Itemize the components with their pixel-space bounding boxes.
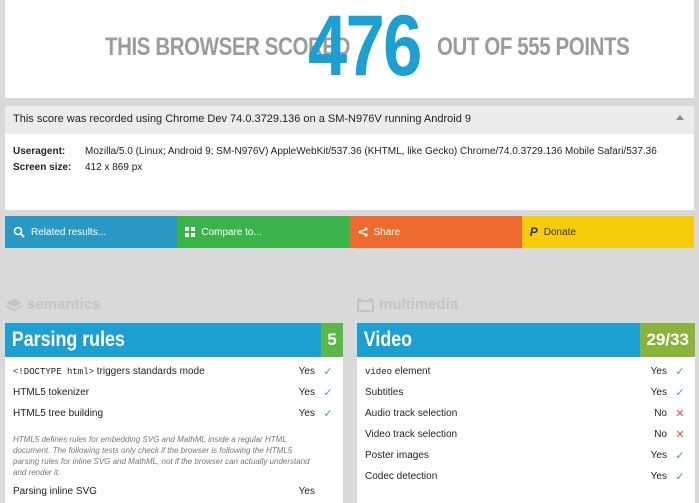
compare-label: Compare to... — [201, 226, 262, 238]
check-icon: ✓ — [323, 366, 333, 378]
table-row: Audio track selection No ✕ — [365, 403, 687, 424]
video-title: Video — [363, 328, 413, 351]
row-result: No — [654, 429, 667, 440]
row-result: Yes — [650, 387, 667, 398]
video-titlebar[interactable]: Video 29/33 — [357, 323, 695, 357]
share-label: Share — [373, 226, 401, 238]
multimedia-title: multimedia — [379, 296, 459, 313]
semantics-icon — [5, 298, 23, 311]
row-result: Yes — [298, 366, 315, 377]
doctype-code: <!DOCTYPE html> — [13, 367, 95, 377]
chevron-up-icon[interactable] — [676, 115, 684, 120]
check-icon: ✓ — [323, 408, 333, 420]
row-result: Yes — [650, 366, 667, 377]
row-name: Subtitles — [365, 387, 404, 398]
row-result: Yes — [298, 387, 315, 398]
screen-size-value: 412 x 869 px — [85, 162, 143, 173]
row-name: Poster images — [365, 450, 429, 461]
row-name: Parsing inline SVG — [13, 486, 97, 497]
semantics-title: semantics — [27, 296, 101, 313]
parsing-rules-title: Parsing rules — [11, 328, 125, 351]
video-panel: Video 29/33 video element Yes ✓ Subtitle… — [357, 323, 695, 503]
check-icon: ✓ — [675, 450, 685, 462]
row-result: Yes — [298, 408, 315, 419]
donate-label: Donate — [543, 226, 577, 238]
multimedia-icon — [357, 297, 374, 312]
row-name: triggers standards mode — [94, 366, 205, 377]
check-icon: ✓ — [675, 471, 685, 483]
share-button[interactable]: Share — [349, 216, 522, 248]
row-name: Video track selection — [365, 429, 458, 440]
score-header: THIS BROWSER SCORED 476 OUT OF 555 POINT… — [5, 0, 694, 98]
useragent-value: Mozilla/5.0 (Linux; Android 9; SM-N976V)… — [85, 146, 657, 157]
video-code: video — [365, 367, 393, 377]
table-row: Video track selection No ✕ — [365, 424, 687, 445]
video-count: 29/33 — [640, 323, 695, 357]
compare-button[interactable]: Compare to... — [177, 216, 350, 248]
table-row: <!DOCTYPE html> triggers standards mode … — [13, 361, 335, 382]
recorded-text: This score was recorded using Chrome Dev… — [13, 113, 471, 125]
cross-icon: ✕ — [675, 408, 685, 420]
table-row: video element Yes ✓ — [365, 361, 687, 382]
score-suffix: OUT OF 555 POINTS — [437, 33, 630, 61]
row-name: Codec detection — [365, 471, 438, 482]
parsing-rules-panel: Parsing rules 5 <!DOCTYPE html> triggers… — [5, 323, 343, 503]
score-value: 476 — [308, 0, 422, 94]
row-name: HTML5 tokenizer — [13, 387, 90, 398]
check-icon: ✓ — [675, 387, 685, 399]
parsing-note: HTML5 defines rules for embedding SVG an… — [13, 435, 310, 477]
table-row: Parsing inline SVG Yes — [13, 486, 335, 497]
row-name: Audio track selection — [365, 408, 458, 419]
parsing-rules-titlebar[interactable]: Parsing rules 5 — [5, 323, 343, 357]
row-name: element — [392, 366, 431, 377]
recorded-bar[interactable]: This score was recorded using Chrome Dev… — [5, 106, 694, 134]
row-result: No — [654, 408, 667, 419]
row-name: HTML5 tree building — [13, 408, 104, 419]
table-row: Subtitles Yes ✓ — [365, 382, 687, 403]
donate-button[interactable]: P Donate — [521, 216, 694, 248]
paypal-icon: P — [529, 225, 538, 239]
row-result: Yes — [650, 450, 667, 461]
semantics-heading: semantics — [5, 296, 100, 313]
share-icon — [357, 227, 368, 237]
details-panel: Useragent: Mozilla/5.0 (Linux; Android 9… — [5, 134, 694, 210]
row-result: Yes — [650, 471, 667, 482]
table-row: Poster images Yes ✓ — [365, 445, 687, 466]
table-row: HTML5 tree building Yes ✓ — [13, 403, 335, 424]
grid-icon — [185, 227, 196, 237]
parsing-rules-count: 5 — [321, 323, 343, 357]
screen-size-label: Screen size: — [13, 162, 72, 173]
useragent-label: Useragent: — [13, 146, 66, 157]
multimedia-heading: multimedia — [357, 296, 458, 313]
related-results-label: Related results... — [31, 226, 107, 238]
table-row: HTML5 tokenizer Yes ✓ — [13, 382, 335, 403]
search-icon — [13, 226, 25, 238]
check-icon: ✓ — [675, 366, 685, 378]
related-results-button[interactable]: Related results... — [5, 216, 178, 248]
action-bar: Related results... Compare to... Share P… — [5, 216, 694, 248]
check-icon: ✓ — [323, 387, 333, 399]
row-result: Yes — [298, 486, 315, 497]
table-row: Codec detection Yes ✓ — [365, 466, 687, 487]
cross-icon: ✕ — [675, 429, 685, 441]
